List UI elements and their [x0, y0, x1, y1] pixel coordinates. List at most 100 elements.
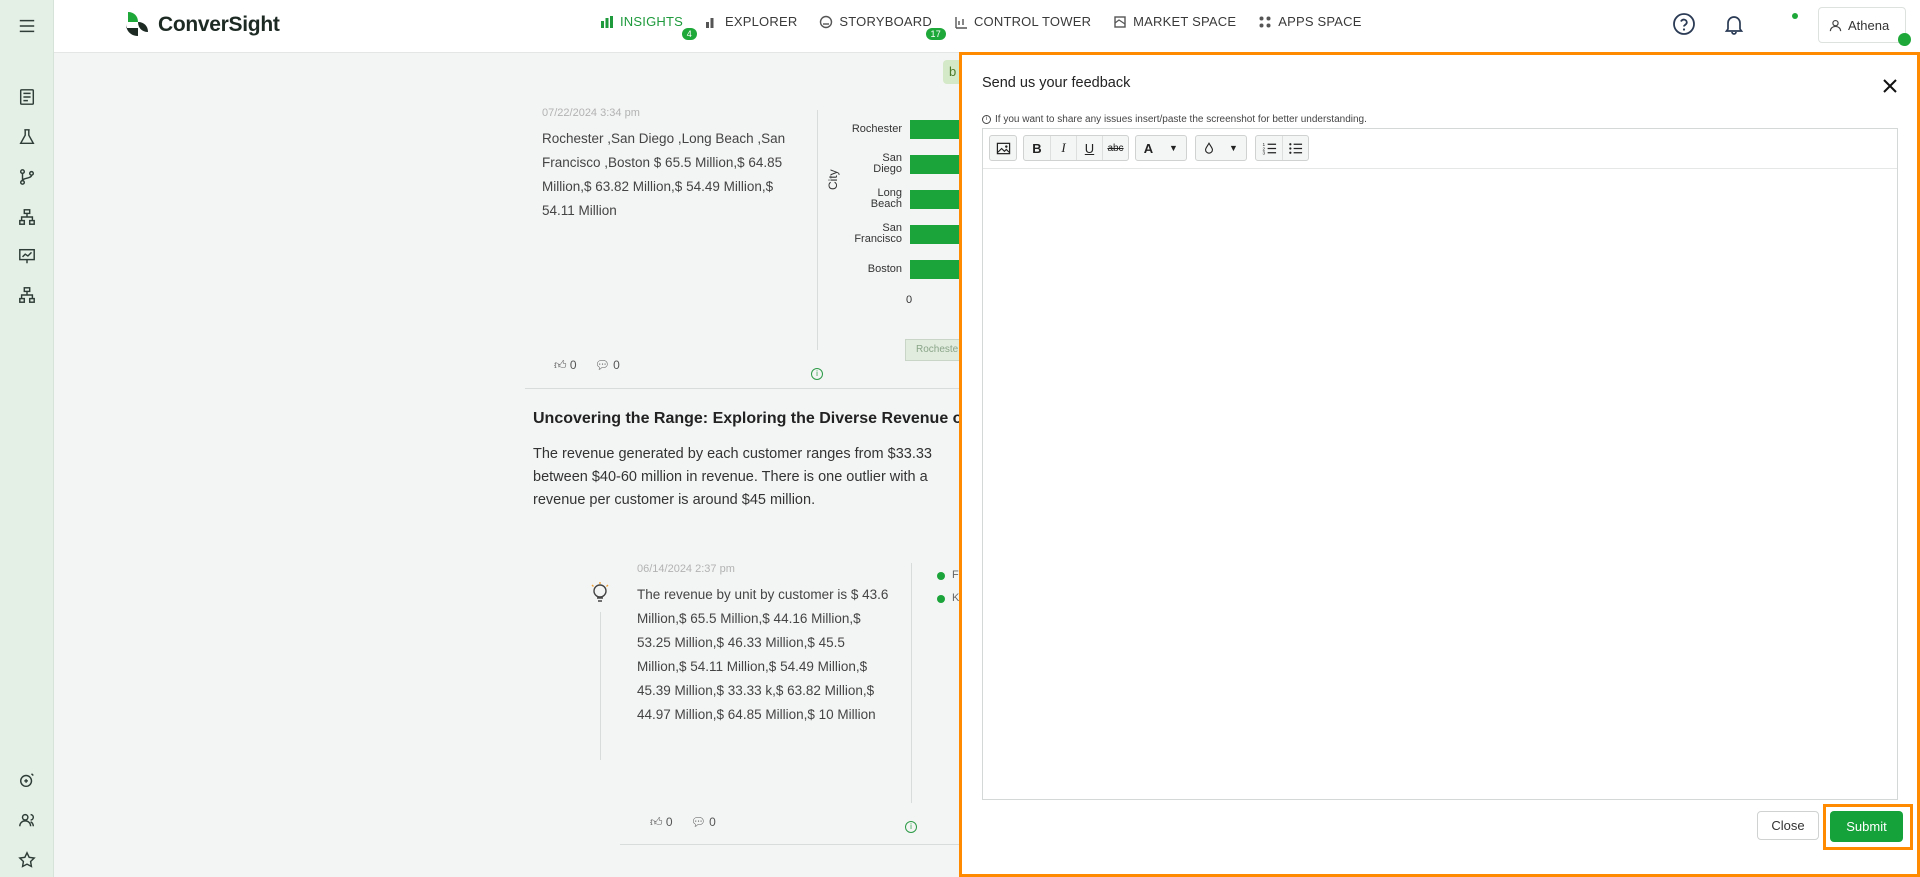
- like-button[interactable]: 👍︎ 0: [650, 815, 673, 830]
- legend-marker: [937, 595, 945, 603]
- app-logo[interactable]: ConverSight: [122, 10, 280, 40]
- image-icon[interactable]: [990, 136, 1016, 160]
- legend-marker: [937, 572, 945, 580]
- category-label: San Francisco: [854, 222, 902, 245]
- flask-icon[interactable]: [17, 127, 37, 147]
- bar-chart-icon: [601, 15, 613, 28]
- section-line: revenue per customer is around $45 milli…: [533, 492, 816, 508]
- storyboard-count-badge: 17: [925, 28, 946, 40]
- help-icon[interactable]: [1672, 12, 1696, 36]
- section-body: The revenue generated by each customer r…: [533, 443, 963, 512]
- control-tower-icon: [955, 16, 967, 29]
- insight-2-reactions: 👍︎ 0 💬︎ 0: [650, 815, 716, 830]
- bulleted-list-icon[interactable]: [1282, 136, 1308, 160]
- city-revenue-chart: City Rochester San Diego Long Beach San Franci…: [826, 110, 1116, 361]
- market-space-icon: [1114, 15, 1126, 28]
- alert-bot-icon[interactable]: [17, 770, 37, 790]
- timeline-line: [600, 612, 601, 760]
- main-nav: INSIGHTS 4 EXPLORER STORYBOARD 17 CONTRO…: [600, 14, 1362, 40]
- close-icon[interactable]: [1881, 77, 1899, 95]
- comment-button[interactable]: 💬︎ 0: [691, 815, 716, 830]
- hierarchy-icon[interactable]: [17, 207, 37, 227]
- chart-range-slider[interactable]: Rocheste: [905, 339, 965, 361]
- chevron-down-icon[interactable]: [1898, 33, 1911, 46]
- nav-label: STORYBOARD: [839, 14, 932, 29]
- branch-icon[interactable]: [17, 167, 37, 187]
- category-label: San Diego: [873, 152, 902, 175]
- menu-icon[interactable]: [17, 16, 37, 36]
- highlight-color-dropdown[interactable]: ▼: [1195, 135, 1247, 161]
- editor-toolbar: B I U abc A ▼ ▼ 123: [983, 129, 1897, 169]
- chevron-down-icon: ▼: [1169, 143, 1178, 153]
- card-divider: [817, 110, 818, 350]
- category-label: Long Beach: [870, 187, 902, 210]
- nav-apps-space[interactable]: APPS SPACE: [1258, 14, 1361, 29]
- submit-button[interactable]: Submit: [1830, 811, 1903, 842]
- section-divider: [620, 844, 960, 845]
- numbered-list-icon[interactable]: 123: [1256, 136, 1282, 160]
- presentation-icon[interactable]: [17, 246, 37, 266]
- user-icon: [1829, 19, 1842, 31]
- lightbulb-icon: [589, 581, 611, 607]
- users-icon[interactable]: [17, 810, 37, 830]
- like-count: 0: [569, 358, 577, 372]
- insight-date: 07/22/2024 3:34 pm: [542, 107, 640, 119]
- feedback-editor[interactable]: B I U abc A ▼ ▼ 123: [982, 128, 1898, 800]
- user-menu[interactable]: Athena: [1818, 7, 1911, 46]
- nav-market-space[interactable]: MARKET SPACE: [1113, 14, 1236, 29]
- font-color-dropdown[interactable]: A ▼: [1135, 135, 1187, 161]
- insight-card-1: 07/22/2024 3:34 pm Rochester ,San Diego …: [542, 107, 797, 223]
- slider-label: Rocheste: [916, 344, 959, 355]
- explorer-icon: [706, 17, 714, 28]
- legend-label: F: [952, 569, 959, 581]
- info-icon[interactable]: i: [811, 368, 823, 380]
- comment-count: 0: [613, 358, 620, 372]
- modal-hint: i If you want to share any issues insert…: [982, 114, 1367, 125]
- comment-button[interactable]: 💬︎ 0: [595, 358, 620, 373]
- submit-highlight: Submit: [1823, 804, 1913, 850]
- notification-bell-icon[interactable]: [1723, 13, 1745, 35]
- font-color-icon: A: [1143, 140, 1154, 156]
- app-name: ConverSight: [158, 13, 280, 36]
- close-button[interactable]: Close: [1757, 811, 1819, 840]
- section-line: The revenue generated by each customer r…: [533, 446, 932, 462]
- report-icon[interactable]: [17, 87, 37, 107]
- insight-text: The revenue by unit by customer is $ 43.…: [637, 587, 889, 722]
- format-group: B I U abc: [1023, 135, 1129, 161]
- insight-date: 06/14/2024 2:37 pm: [637, 563, 735, 575]
- nav-label: EXPLORER: [725, 14, 798, 29]
- feedback-modal: Send us your feedback i If you want to s…: [959, 52, 1920, 877]
- strikethrough-icon[interactable]: abc: [1102, 136, 1128, 160]
- insight-1-reactions: 👍︎ 0 💬︎ 0: [554, 358, 620, 373]
- user-name: Athena: [1848, 17, 1890, 33]
- notification-dot: [1792, 13, 1798, 19]
- italic-icon[interactable]: I: [1050, 136, 1076, 160]
- chevron-down-icon: ▼: [1229, 143, 1238, 153]
- bold-icon[interactable]: B: [1024, 136, 1050, 160]
- info-icon[interactable]: i: [905, 821, 917, 833]
- section-divider: [525, 388, 960, 389]
- nav-label: MARKET SPACE: [1133, 14, 1237, 29]
- nav-explorer[interactable]: EXPLORER: [705, 14, 797, 29]
- org-chart-icon[interactable]: [17, 285, 37, 305]
- nav-insights[interactable]: INSIGHTS 4: [600, 14, 697, 40]
- info-icon: i: [982, 115, 991, 124]
- insight-card-2: 06/14/2024 2:37 pm The revenue by unit b…: [637, 563, 895, 727]
- storyboard-icon: [820, 15, 833, 28]
- star-icon[interactable]: [17, 850, 37, 870]
- like-button[interactable]: 👍︎ 0: [554, 358, 577, 373]
- insight-text: Rochester ,San Diego ,Long Beach ,San Fr…: [542, 131, 786, 218]
- card-divider: [911, 563, 912, 803]
- list-group: 123: [1255, 135, 1309, 161]
- nav-control-tower[interactable]: CONTROL TOWER: [954, 14, 1091, 29]
- nav-storyboard[interactable]: STORYBOARD 17: [819, 14, 946, 40]
- underline-icon[interactable]: U: [1076, 136, 1102, 160]
- category-label: Boston: [867, 263, 902, 275]
- apps-space-icon: [1259, 16, 1271, 27]
- modal-title: Send us your feedback: [982, 75, 1131, 91]
- svg-text:3: 3: [1262, 150, 1265, 155]
- category-label: Rochester: [851, 123, 902, 135]
- left-sidebar: [0, 0, 54, 877]
- nav-label: INSIGHTS: [620, 14, 683, 29]
- like-count: 0: [665, 815, 673, 829]
